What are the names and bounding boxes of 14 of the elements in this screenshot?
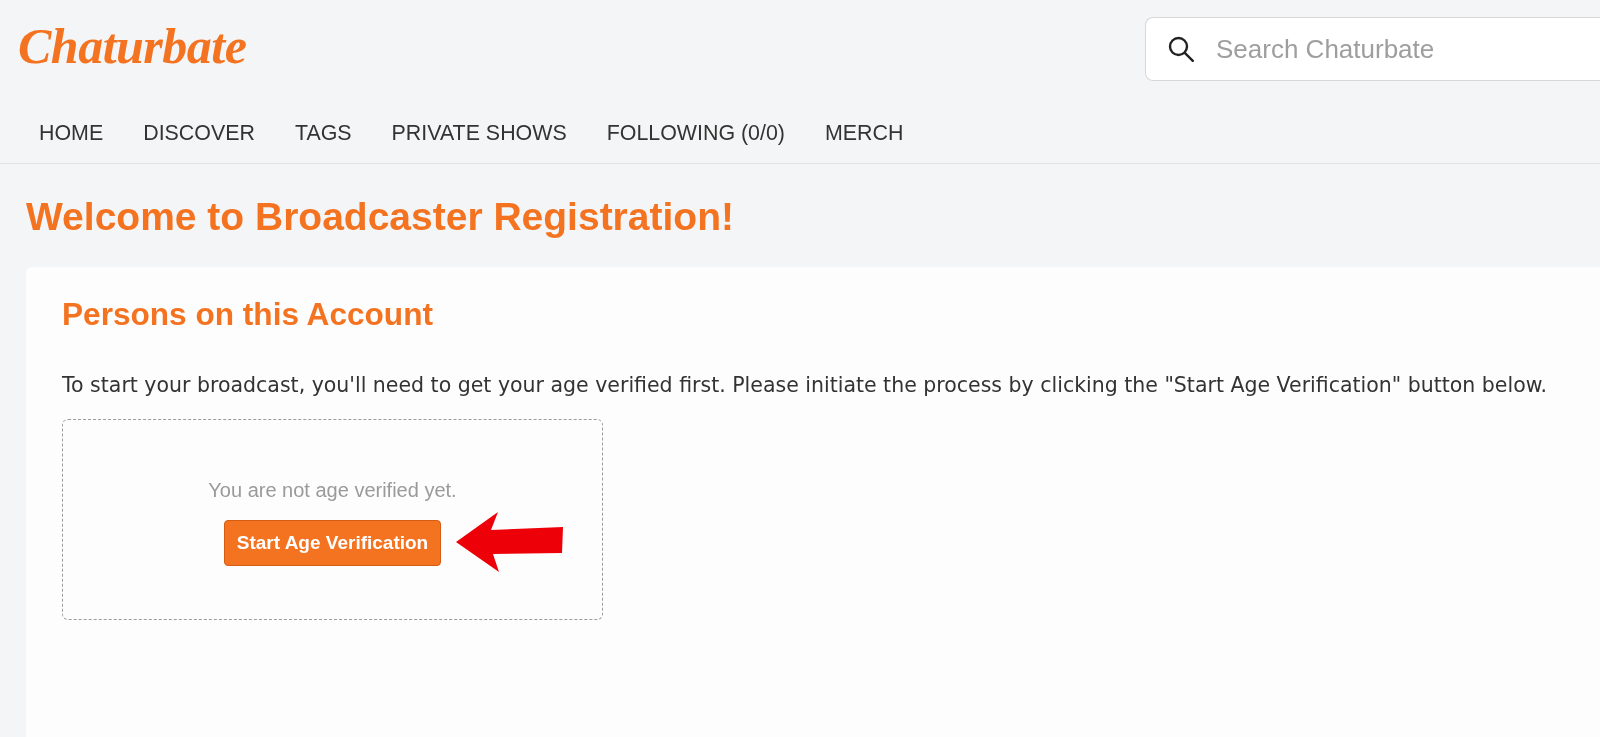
- search-field[interactable]: Search Chaturbate: [1145, 17, 1600, 81]
- instruction-text: To start your broadcast, you'll need to get your age verified first. Please initiate the process by clicking the "Start Age Verification" button below.: [62, 372, 1548, 399]
- section-title: Persons on this Account: [62, 295, 433, 333]
- nav-link[interactable]: MERCH: [824, 120, 904, 146]
- status-text: You are not age verified yet.: [208, 478, 457, 503]
- nav-link[interactable]: TAGS: [294, 120, 352, 146]
- nav-link[interactable]: HOME: [39, 120, 104, 146]
- search-icon: [1168, 36, 1194, 62]
- arrow-icon: [456, 512, 565, 573]
- nav-link[interactable]: DISCOVER: [143, 120, 255, 146]
- nav-link[interactable]: FOLLOWING (0/0): [606, 120, 785, 146]
- nav-link[interactable]: PRIVATE SHOWS: [391, 120, 567, 146]
- page-title: Welcome to Broadcaster Registration!: [26, 197, 734, 237]
- search-input[interactable]: Search Chaturbate: [1216, 32, 1600, 66]
